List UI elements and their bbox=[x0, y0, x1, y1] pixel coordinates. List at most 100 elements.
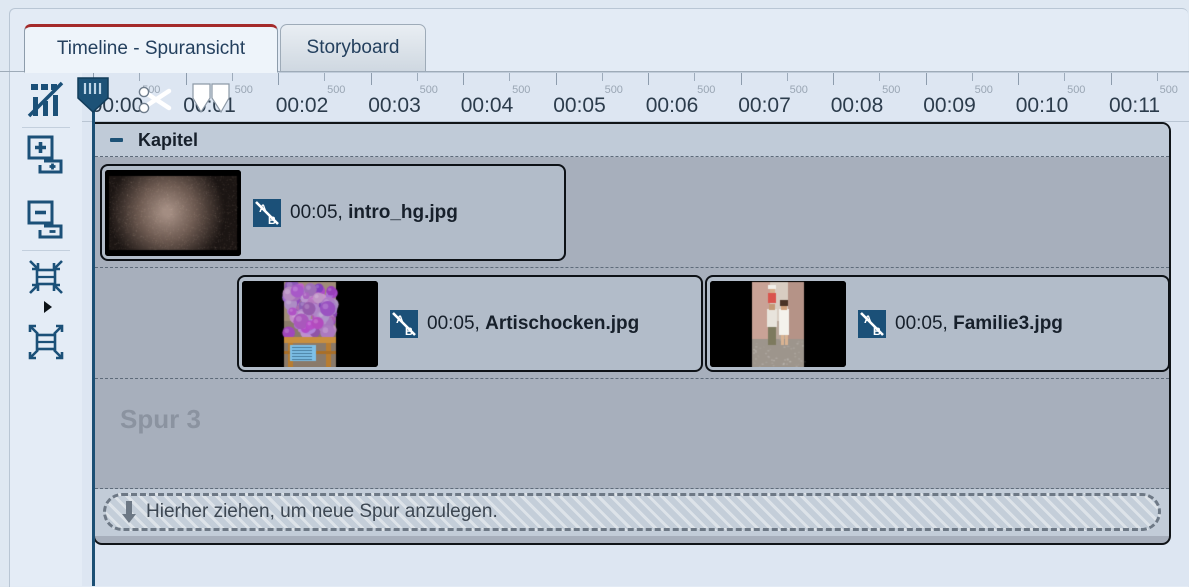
clip-intro-hg[interactable]: A B 00:05, intro_hg.jpg bbox=[100, 164, 566, 261]
track-row-2[interactable]: A B 00:05, Artischocken.jpg A B 00:05, F… bbox=[95, 268, 1169, 379]
ruler-half-tick bbox=[417, 73, 418, 81]
down-arrow-icon bbox=[120, 500, 138, 524]
ruler-tick bbox=[833, 73, 834, 85]
clip-duration: 00:05 bbox=[895, 313, 943, 334]
new-track-dropzone[interactable]: Hierher ziehen, um neue Spur anzulegen. bbox=[103, 493, 1161, 531]
ruler-label: 00:06 bbox=[646, 94, 699, 118]
clip-thumbnail bbox=[710, 281, 846, 367]
scissors-icon[interactable] bbox=[135, 82, 177, 116]
ruler-tick bbox=[463, 73, 464, 85]
ab-transition-icon: A B bbox=[858, 310, 886, 338]
ruler-tick bbox=[371, 73, 372, 85]
ruler-sub-label: 500 bbox=[235, 84, 253, 96]
ruler-tick bbox=[1018, 73, 1019, 85]
clip-artischocken[interactable]: A B 00:05, Artischocken.jpg bbox=[237, 275, 703, 372]
ruler-sub-label: 500 bbox=[975, 84, 993, 96]
clip-thumbnail bbox=[242, 281, 378, 367]
collapse-arrows-icon[interactable] bbox=[24, 255, 68, 299]
remove-track-icon[interactable] bbox=[24, 197, 68, 241]
ab-transition-icon: A B bbox=[390, 310, 418, 338]
ruler-tick bbox=[186, 73, 187, 85]
expand-arrows-icon[interactable] bbox=[24, 320, 68, 364]
tab-storyboard[interactable]: Storyboard bbox=[280, 24, 426, 72]
ruler-half-tick bbox=[139, 73, 140, 81]
track-row-3[interactable]: Spur 3 bbox=[95, 379, 1169, 489]
clip-separator: , bbox=[943, 313, 954, 334]
ruler-tick bbox=[926, 73, 927, 85]
track-row-1[interactable]: A B 00:05, intro_hg.jpg bbox=[95, 157, 1169, 268]
dropzone-label: Hierher ziehen, um neue Spur anzulegen. bbox=[146, 501, 498, 523]
ruler-half-tick bbox=[232, 73, 233, 81]
clip-familie3[interactable]: A B 00:05, Familie3.jpg bbox=[705, 275, 1170, 372]
clip-caption: 00:05, Artischocken.jpg bbox=[427, 313, 639, 335]
ruler-sub-label: 500 bbox=[420, 84, 438, 96]
clip-filename: Familie3.jpg bbox=[953, 313, 1063, 334]
clip-filename: intro_hg.jpg bbox=[348, 202, 458, 223]
clip-duration: 00:05 bbox=[290, 202, 338, 223]
dropzone-row: Hierher ziehen, um neue Spur anzulegen. bbox=[95, 489, 1169, 536]
ruler-sub-label: 500 bbox=[882, 84, 900, 96]
clip-caption: 00:05, Familie3.jpg bbox=[895, 313, 1063, 335]
ruler-sub-label: 500 bbox=[327, 84, 345, 96]
ruler-tick bbox=[648, 73, 649, 85]
ruler-sub-label: 500 bbox=[605, 84, 623, 96]
ruler-label: 00:05 bbox=[553, 94, 606, 118]
ruler-half-tick bbox=[324, 73, 325, 81]
svg-text:B: B bbox=[873, 326, 881, 338]
tab-timeline-label: Timeline - Spuransicht bbox=[57, 38, 245, 60]
double-pointer-icon[interactable] bbox=[190, 82, 234, 114]
chevron-right-icon[interactable] bbox=[42, 300, 54, 314]
clip-thumbnail bbox=[105, 170, 241, 256]
ruler-sub-label: 500 bbox=[512, 84, 530, 96]
timeline-body: Kapitel A B 00:05, intro_hg.jpg A B 00:0… bbox=[82, 122, 1189, 586]
clip-caption: 00:05, intro_hg.jpg bbox=[290, 202, 458, 224]
timeline-ruler[interactable]: 00:00 500 00:01 500 00:02 500 00:03 500 00:04 500… bbox=[82, 72, 1189, 122]
ruler-sub-label: 500 bbox=[697, 84, 715, 96]
playhead-handle[interactable] bbox=[76, 76, 110, 116]
svg-text:B: B bbox=[405, 326, 413, 338]
ruler-label: 00:11 bbox=[1109, 94, 1160, 118]
svg-text:B: B bbox=[268, 215, 276, 227]
svg-text:A: A bbox=[396, 314, 404, 326]
ruler-label: 00:10 bbox=[1016, 94, 1069, 118]
clip-separator: , bbox=[475, 313, 486, 334]
ruler-label: 00:02 bbox=[276, 94, 329, 118]
tab-strip: Timeline - Spuransicht Storyboard bbox=[0, 0, 1189, 72]
ruler-sub-label: 500 bbox=[790, 84, 808, 96]
add-track-icon[interactable] bbox=[24, 132, 68, 176]
chapter-row[interactable]: Kapitel bbox=[95, 124, 1169, 157]
ruler-label: 00:08 bbox=[831, 94, 884, 118]
track-container: Kapitel A B 00:05, intro_hg.jpg A B 00:0… bbox=[93, 122, 1171, 545]
ruler-tick bbox=[278, 73, 279, 85]
ruler-tick bbox=[741, 73, 742, 85]
timeline-bars-icon[interactable] bbox=[24, 78, 68, 122]
track-3-placeholder: Spur 3 bbox=[120, 404, 201, 435]
tab-timeline[interactable]: Timeline - Spuransicht bbox=[24, 24, 278, 73]
ruler-half-tick bbox=[972, 73, 973, 81]
ruler-half-tick bbox=[602, 73, 603, 81]
ruler-half-tick bbox=[787, 73, 788, 81]
ab-transition-icon: A B bbox=[253, 199, 281, 227]
ruler-tick bbox=[556, 73, 557, 85]
ruler-tick bbox=[1111, 73, 1112, 85]
ruler-label: 00:09 bbox=[923, 94, 976, 118]
ruler-half-tick bbox=[694, 73, 695, 81]
clip-duration: 00:05 bbox=[427, 313, 475, 334]
tab-storyboard-label: Storyboard bbox=[307, 37, 400, 59]
ruler-sub-label: 500 bbox=[1160, 84, 1178, 96]
ruler-half-tick bbox=[509, 73, 510, 81]
ruler-label: 00:03 bbox=[368, 94, 421, 118]
ruler-half-tick bbox=[1157, 73, 1158, 81]
chapter-collapse-minus-icon[interactable] bbox=[108, 132, 125, 149]
tool-separator-2 bbox=[22, 250, 70, 251]
ruler-label: 00:04 bbox=[461, 94, 514, 118]
playhead-line bbox=[92, 104, 95, 586]
tool-separator-1 bbox=[22, 127, 70, 128]
ruler-label: 00:07 bbox=[738, 94, 791, 118]
svg-text:A: A bbox=[864, 314, 872, 326]
timeline-empty-area bbox=[93, 546, 1171, 586]
chapter-label: Kapitel bbox=[138, 130, 198, 151]
ruler-half-tick bbox=[1064, 73, 1065, 81]
clip-separator: , bbox=[338, 202, 349, 223]
ruler-sub-label: 500 bbox=[1067, 84, 1085, 96]
